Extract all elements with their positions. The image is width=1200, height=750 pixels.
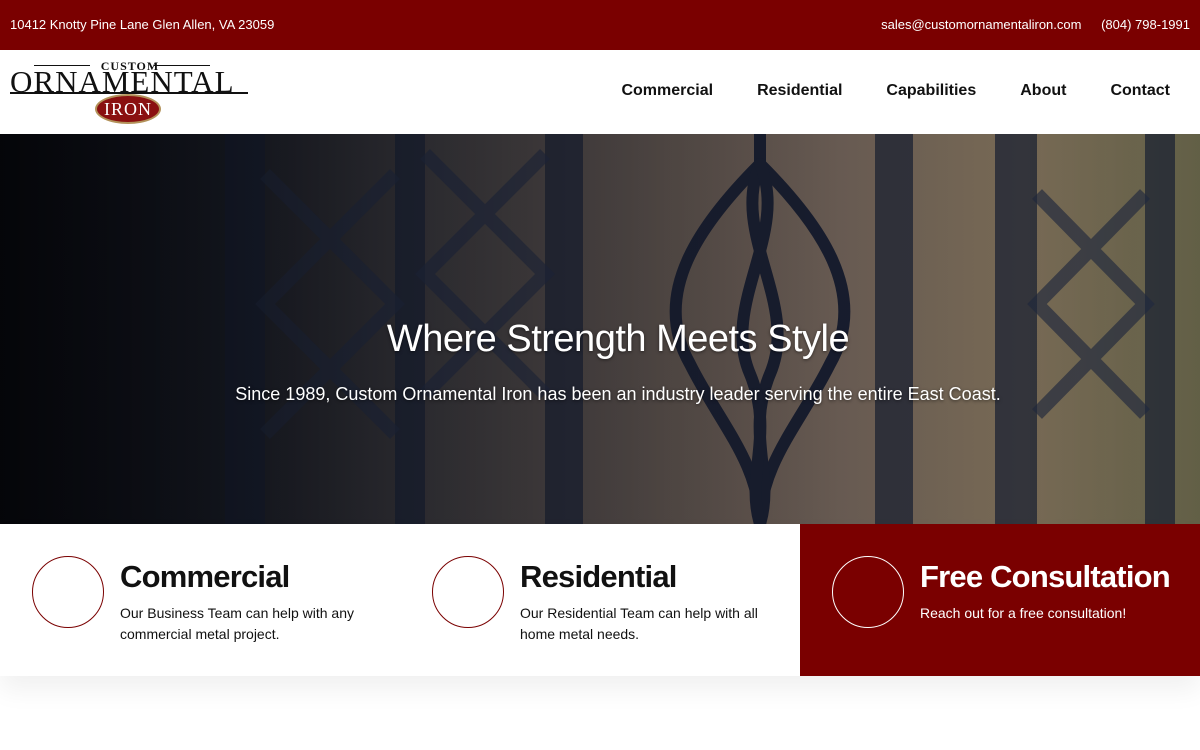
hero-title: Where Strength Meets Style [386, 318, 850, 360]
commercial-icon [32, 556, 104, 628]
email-link[interactable]: sales@customornamentaliron.com [881, 17, 1081, 32]
residential-icon [432, 556, 504, 628]
residential-card[interactable]: Residential Our Residential Team can hel… [400, 524, 800, 676]
commercial-card-title: Commercial [120, 559, 290, 594]
top-contact: sales@customornamentaliron.com (804) 798… [881, 17, 1190, 32]
nav-residential[interactable]: Residential [757, 82, 842, 100]
consultation-icon [832, 556, 904, 628]
address-text: 10412 Knotty Pine Lane Glen Allen, VA 23… [10, 17, 275, 32]
hero-subtitle: Since 1989, Custom Ornamental Iron has b… [235, 384, 1001, 404]
residential-card-title: Residential [520, 559, 677, 594]
hero-banner: Where Strength Meets Style Since 1989, C… [0, 134, 1200, 524]
nav-capabilities[interactable]: Capabilities [886, 82, 976, 100]
nav-commercial[interactable]: Commercial [621, 82, 713, 100]
commercial-card-description: Our Business Team can help with any comm… [120, 605, 354, 642]
main-nav: Commercial Residential Capabilities Abou… [621, 82, 1170, 100]
consultation-card-title: Free Consultation [920, 559, 1171, 594]
logo-iron-badge: IRON [95, 94, 161, 124]
nav-contact[interactable]: Contact [1110, 82, 1170, 100]
commercial-card[interactable]: Commercial Our Business Team can help wi… [0, 524, 400, 676]
consultation-card[interactable]: Free Consultation Reach out for a free c… [800, 524, 1200, 676]
top-bar: 10412 Knotty Pine Lane Glen Allen, VA 23… [0, 0, 1200, 50]
consultation-card-description: Reach out for a free consultation! [920, 605, 1127, 621]
service-cards: Commercial Our Business Team can help wi… [0, 524, 1200, 676]
site-header: CUSTOM ORNAMENTAL IRON Commercial Reside… [0, 50, 1200, 134]
phone-link[interactable]: (804) 798-1991 [1101, 17, 1190, 32]
residential-card-description: Our Residential Team can help with all h… [520, 605, 758, 642]
nav-about[interactable]: About [1020, 82, 1066, 100]
site-logo[interactable]: CUSTOM ORNAMENTAL IRON [10, 58, 250, 128]
